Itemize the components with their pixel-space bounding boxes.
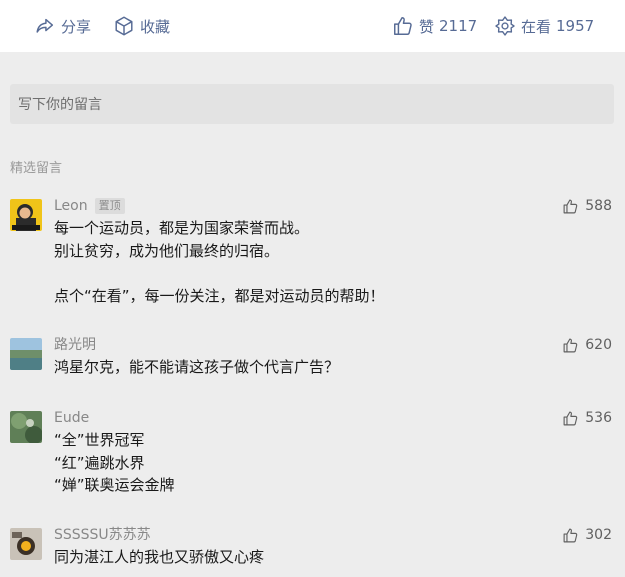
comment-author: SSSSSU苏苏苏 <box>54 526 151 544</box>
comment-like-count: 588 <box>585 198 612 214</box>
article-action-bar: 分享 收藏 赞 2117 在看 1957 <box>0 0 625 52</box>
comment-like-count: 536 <box>585 410 612 426</box>
share-button[interactable]: 分享 <box>34 0 91 52</box>
comment-like-count: 620 <box>585 337 612 353</box>
comment-text: 同为湛江人的我也又骄傲又心疼 <box>54 548 265 566</box>
comment-like-button[interactable]: 620 <box>562 336 612 354</box>
thumbs-up-icon <box>563 528 578 542</box>
favorite-label: 收藏 <box>140 17 171 36</box>
comment-author: Leon 置顶 <box>54 197 125 215</box>
author-name: Eude <box>54 410 90 426</box>
thumbs-up-icon <box>563 199 578 213</box>
author-name: SSSSSU苏苏苏 <box>54 527 151 543</box>
comment-text: 鸿星尔克，能不能请这孩子做个代言广告？ <box>54 358 340 376</box>
avatar[interactable] <box>10 199 42 231</box>
avatar[interactable] <box>10 338 42 370</box>
comment-like-button[interactable]: 302 <box>562 526 612 544</box>
thumbs-up-icon <box>563 338 578 352</box>
comment-text: 每一个运动员，都是为国家荣誉而战。 别让贫穷，成为他们最终的归宿。 点个“在看”… <box>54 219 385 305</box>
comment-like-button[interactable]: 588 <box>562 197 612 215</box>
looking-count: 1957 <box>556 17 595 35</box>
share-label: 分享 <box>61 17 92 36</box>
author-name: 路光明 <box>54 337 96 353</box>
comment-input[interactable]: 写下你的留言 <box>10 84 614 124</box>
share-icon <box>34 15 56 37</box>
section-title: 精选留言 <box>10 161 63 176</box>
like-count: 2117 <box>439 17 478 35</box>
thumbs-up-icon <box>563 411 578 425</box>
pinned-badge: 置顶 <box>94 198 125 214</box>
star-flower-icon <box>494 15 516 37</box>
box-icon <box>113 15 135 37</box>
comment-input-placeholder: 写下你的留言 <box>18 97 102 113</box>
comment-author: 路光明 <box>54 336 96 354</box>
like-button[interactable]: 赞 2117 <box>392 0 477 52</box>
comment-like-count: 302 <box>585 527 612 543</box>
author-name: Leon <box>54 198 88 214</box>
looking-label: 在看 <box>521 17 552 36</box>
looking-button[interactable]: 在看 1957 <box>494 0 594 52</box>
comment-like-button[interactable]: 536 <box>562 409 612 427</box>
avatar[interactable] <box>10 528 42 560</box>
favorite-button[interactable]: 收藏 <box>113 0 170 52</box>
comment-text: “全”世界冠军 “红”遍跳水界 “婵”联奥运会金牌 <box>54 431 175 494</box>
thumbs-up-icon <box>392 15 414 37</box>
like-label: 赞 <box>419 17 435 36</box>
comment-author: Eude <box>54 409 89 427</box>
avatar[interactable] <box>10 411 42 443</box>
